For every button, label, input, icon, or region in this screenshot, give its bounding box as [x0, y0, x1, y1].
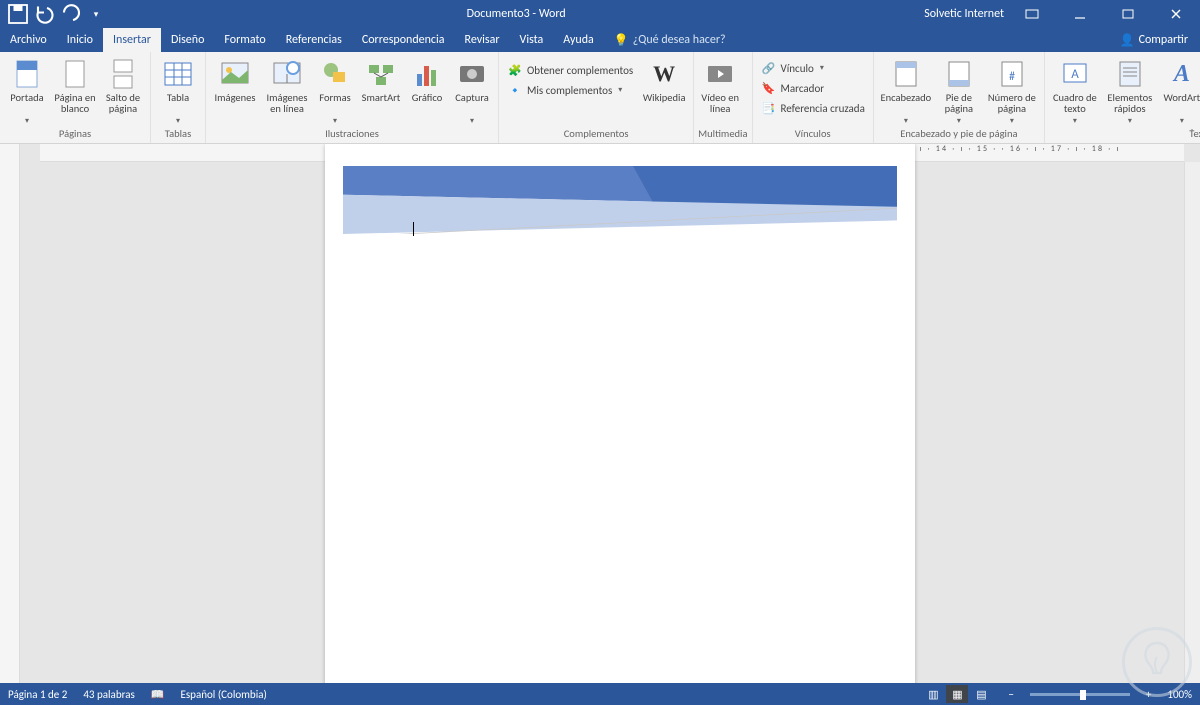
group-label-tablas: Tablas [155, 126, 201, 143]
status-language[interactable]: Español (Colombia) [181, 688, 267, 701]
salto-pagina-button[interactable]: Salto de página [100, 56, 146, 114]
pie-pagina-button[interactable]: Pie de página [936, 56, 982, 126]
addins-icon: 🔹 [507, 82, 523, 98]
wordart-button[interactable]: AWordArt [1159, 56, 1200, 126]
workspace: 3 · ı · 2 · ı · 1 · ı · · ı · 1 · ı · 2 … [0, 144, 1200, 683]
read-mode-icon[interactable]: ▥ [922, 685, 944, 703]
group-vinculos: 🔗Vínculo▾ 🔖Marcador 📑Referencia cruzada … [753, 52, 874, 143]
tell-me-label: ¿Qué desea hacer? [633, 33, 726, 47]
status-page[interactable]: Página 1 de 2 [8, 688, 67, 701]
page[interactable]: [Título del documento] [Subtítulo del do… [325, 144, 915, 683]
group-label-complementos: Complementos [503, 126, 689, 143]
vertical-scrollbar[interactable] [1184, 162, 1200, 683]
tab-archivo[interactable]: Archivo [0, 28, 57, 52]
group-encabezado: Encabezado Pie de página #Número de pági… [874, 52, 1045, 143]
tab-correspondencia[interactable]: Correspondencia [352, 28, 455, 52]
imagenes-button[interactable]: Imágenes [210, 56, 260, 114]
zoom-slider[interactable] [1030, 693, 1130, 696]
share-label: Compartir [1139, 33, 1188, 47]
group-ilustraciones: Imágenes Imágenes en línea Formas SmartA… [206, 52, 499, 143]
tab-vista[interactable]: Vista [510, 28, 554, 52]
text-cursor [413, 222, 414, 236]
grafico-button[interactable]: Gráfico [406, 56, 448, 114]
print-layout-icon[interactable]: ▦ [946, 685, 968, 703]
store-icon: 🧩 [507, 62, 523, 78]
status-words[interactable]: 43 palabras [83, 688, 134, 701]
ribbon-tabs: Archivo Inicio Insertar Diseño Formato R… [0, 28, 1200, 52]
vinculo-button[interactable]: 🔗Vínculo▾ [757, 58, 869, 78]
group-label-ilustraciones: Ilustraciones [210, 126, 494, 143]
group-label-multimedia: Multimedia [698, 126, 747, 143]
quick-access-toolbar: ▾ [0, 2, 108, 26]
numero-pagina-button[interactable]: #Número de página [984, 56, 1040, 126]
cover-banner [343, 166, 897, 234]
captura-button[interactable]: Captura [450, 56, 494, 126]
marcador-button[interactable]: 🔖Marcador [757, 78, 869, 98]
group-tablas: Tabla Tablas [151, 52, 206, 143]
group-texto: ACuadro de texto Elementos rápidos AWord… [1045, 52, 1200, 143]
share-icon: 👤 [1120, 33, 1135, 48]
tab-ayuda[interactable]: Ayuda [553, 28, 604, 52]
account-name[interactable]: Solvetic Internet [924, 7, 1004, 21]
group-label-encabezado: Encabezado y pie de página [878, 126, 1040, 143]
tab-diseno[interactable]: Diseño [161, 28, 214, 52]
svg-text:#: # [1009, 70, 1015, 84]
svg-text:A: A [1071, 67, 1079, 82]
group-multimedia: Vídeo en línea Multimedia [694, 52, 752, 143]
link-icon: 🔗 [761, 60, 777, 76]
undo-icon[interactable] [32, 2, 56, 26]
tab-referencias[interactable]: Referencias [276, 28, 352, 52]
portada-button[interactable]: Portada [4, 56, 50, 126]
cuadro-texto-button[interactable]: ACuadro de texto [1049, 56, 1101, 126]
tell-me-search[interactable]: 💡 ¿Qué desea hacer? [604, 28, 726, 52]
elementos-rapidos-button[interactable]: Elementos rápidos [1103, 56, 1157, 126]
ribbon-display-icon[interactable] [1012, 0, 1052, 28]
collapse-ribbon-icon[interactable]: ˆ [1190, 126, 1194, 139]
tab-formato[interactable]: Formato [214, 28, 275, 52]
web-layout-icon[interactable]: ▤ [970, 685, 992, 703]
qat-customize-icon[interactable]: ▾ [84, 2, 108, 26]
crossref-icon: 📑 [761, 100, 777, 116]
view-mode-switcher: ▥ ▦ ▤ [922, 685, 992, 703]
tab-inicio[interactable]: Inicio [57, 28, 103, 52]
save-icon[interactable] [6, 2, 30, 26]
tabla-button[interactable]: Tabla [155, 56, 201, 126]
status-proof-icon[interactable]: 📖 [151, 688, 165, 701]
group-label-texto: Texto [1049, 126, 1200, 143]
zoom-level[interactable]: 100% [1167, 688, 1192, 701]
mis-complementos-button[interactable]: 🔹Mis complementos▾ [503, 80, 637, 100]
redo-icon[interactable] [58, 2, 82, 26]
zoom-in-button[interactable]: + [1146, 688, 1151, 701]
maximize-icon[interactable] [1108, 0, 1148, 28]
referencia-cruzada-button[interactable]: 📑Referencia cruzada [757, 98, 869, 118]
smartart-button[interactable]: SmartArt [358, 56, 404, 114]
pagina-blanco-button[interactable]: Página en blanco [52, 56, 98, 114]
zoom-out-button[interactable]: − [1008, 688, 1013, 701]
wikipedia-button[interactable]: WWikipedia [639, 56, 689, 114]
lightbulb-icon: 💡 [614, 33, 629, 48]
minimize-icon[interactable] [1060, 0, 1100, 28]
group-label-vinculos: Vínculos [757, 126, 869, 143]
close-icon[interactable] [1156, 0, 1196, 28]
bookmark-icon: 🔖 [761, 80, 777, 96]
document-title: Documento3 - Word [108, 7, 924, 21]
ribbon: Portada Página en blanco Salto de página… [0, 52, 1200, 144]
group-paginas: Portada Página en blanco Salto de página… [0, 52, 151, 143]
tab-insertar[interactable]: Insertar [103, 28, 161, 52]
title-bar: ▾ Documento3 - Word Solvetic Internet [0, 0, 1200, 28]
video-linea-button[interactable]: Vídeo en línea [698, 56, 742, 114]
document-area[interactable]: 3 · ı · 2 · ı · 1 · ı · · ı · 1 · ı · 2 … [20, 144, 1200, 683]
tab-revisar[interactable]: Revisar [455, 28, 510, 52]
formas-button[interactable]: Formas [314, 56, 356, 126]
imagenes-linea-button[interactable]: Imágenes en línea [262, 56, 312, 114]
share-button[interactable]: 👤 Compartir [1108, 28, 1200, 52]
status-bar: Página 1 de 2 43 palabras 📖 Español (Col… [0, 683, 1200, 705]
obtener-complementos-button[interactable]: 🧩Obtener complementos [503, 60, 637, 80]
group-label-paginas: Páginas [4, 126, 146, 143]
encabezado-button[interactable]: Encabezado [878, 56, 934, 126]
vertical-ruler[interactable] [0, 144, 20, 683]
group-complementos: 🧩Obtener complementos 🔹Mis complementos▾… [499, 52, 694, 143]
